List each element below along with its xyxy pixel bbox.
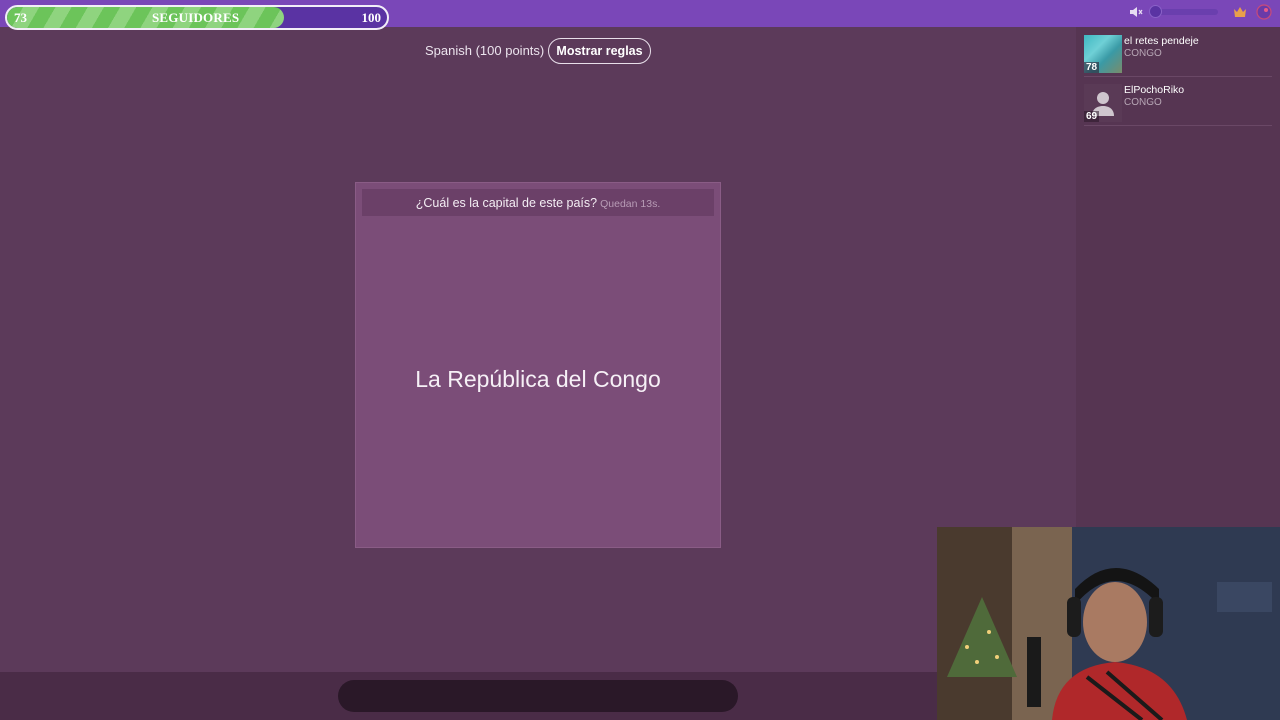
goal-current: 73: [14, 10, 27, 25]
game-mode-info: Spanish (100 points): [425, 43, 545, 58]
volume-slider[interactable]: [1149, 5, 1218, 18]
question-header: ¿Cuál es la capital de este país? Quedan …: [362, 189, 714, 216]
profile-icon[interactable]: [1256, 4, 1272, 20]
volume-knob[interactable]: [1149, 5, 1162, 18]
question-prompt: ¿Cuál es la capital de este país?: [415, 196, 598, 210]
goal-target: 100: [361, 10, 382, 25]
answer-input[interactable]: [338, 680, 738, 712]
player-answer: CONGO: [1124, 48, 1162, 59]
question-subject: La República del Congo: [415, 366, 661, 392]
show-rules-button[interactable]: Mostrar reglas: [548, 38, 651, 64]
player-score: 78: [1084, 62, 1100, 73]
followers-goal-bar: 73 SEGUIDORES 100: [5, 5, 389, 30]
player-score: 69: [1084, 111, 1100, 122]
player-avatar: 78: [1084, 35, 1122, 73]
webcam-overlay: [937, 527, 1280, 720]
countdown-timer: Quedan 13s.: [600, 198, 661, 210]
question-card: ¿Cuál es la capital de este país? Quedan …: [355, 182, 721, 548]
player-card[interactable]: 69 ElPochoRiko CONGO: [1084, 82, 1272, 126]
goal-progress-fill: [7, 7, 285, 28]
mute-icon[interactable]: [1129, 5, 1143, 19]
player-name: ElPochoRiko: [1124, 84, 1185, 96]
player-answer: CONGO: [1124, 97, 1162, 108]
crown-icon[interactable]: [1233, 6, 1247, 18]
webcam-feed: [937, 527, 1280, 720]
goal-label: SEGUIDORES: [152, 10, 240, 25]
players-sidebar: 78 el retes pendeje CONGO 69 ElPochoRiko…: [1076, 27, 1280, 527]
player-card[interactable]: 78 el retes pendeje CONGO: [1084, 33, 1272, 77]
player-name: el retes pendeje: [1124, 35, 1199, 47]
default-user-icon: 69: [1084, 84, 1122, 122]
